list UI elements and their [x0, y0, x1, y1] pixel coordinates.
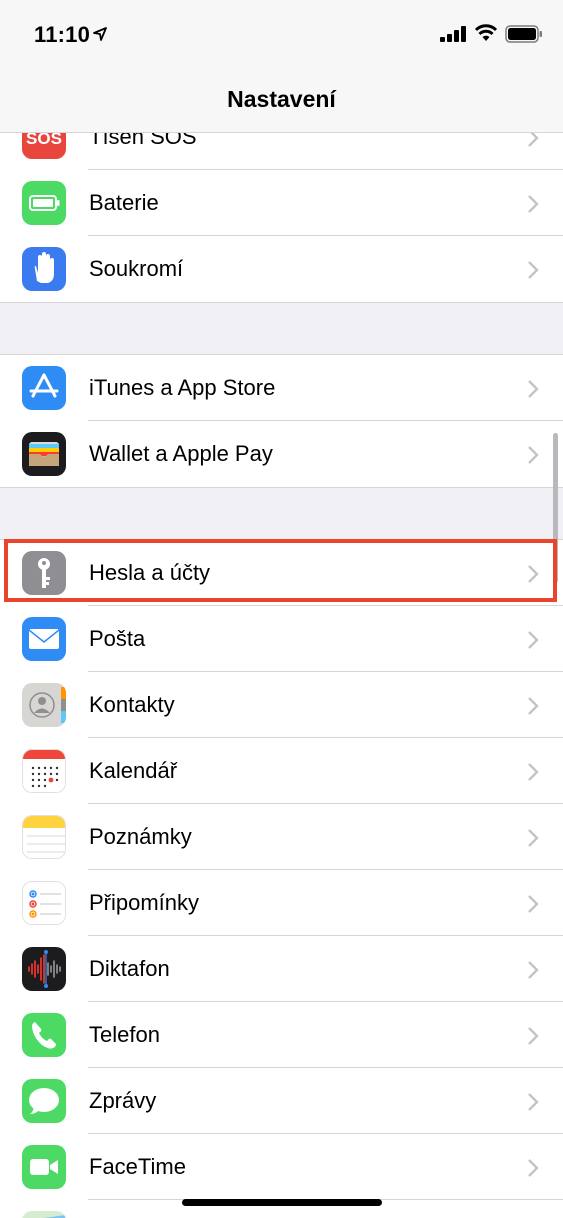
chevron-right-icon	[528, 446, 539, 464]
settings-row-voice-memos[interactable]: Diktafon	[0, 936, 563, 1002]
chevron-right-icon	[528, 961, 539, 979]
settings-row-wallet[interactable]: Wallet a Apple Pay	[0, 421, 563, 487]
sos-icon: SOS	[22, 133, 66, 159]
chevron-right-icon	[528, 565, 539, 583]
row-label: Pošta	[89, 626, 146, 651]
settings-row-privacy[interactable]: Soukromí	[0, 236, 563, 302]
chevron-right-icon	[528, 895, 539, 913]
row-label: Kalendář	[89, 758, 178, 783]
chevron-right-icon	[528, 1093, 539, 1111]
settings-group-3: Hesla a účty Pošta Kontakty Kalendář Poz…	[0, 539, 563, 1218]
chevron-right-icon	[528, 631, 539, 649]
settings-row-contacts[interactable]: Kontakty	[0, 672, 563, 738]
row-label: Wallet a Apple Pay	[89, 441, 273, 466]
notes-icon	[22, 815, 66, 859]
settings-row-mail[interactable]: Pošta	[0, 606, 563, 672]
row-label: Telefon	[89, 1022, 160, 1047]
row-label: Hesla a účty	[89, 560, 211, 585]
row-label: Zprávy	[89, 1088, 157, 1113]
settings-row-battery[interactable]: Baterie	[0, 170, 563, 236]
scroll-indicator[interactable]	[553, 433, 558, 583]
settings-row-calendar[interactable]: Kalendář	[0, 738, 563, 804]
row-label: FaceTime	[89, 1154, 186, 1179]
chevron-right-icon	[528, 261, 539, 279]
maps-icon	[22, 1211, 66, 1218]
settings-row-emergency-sos[interactable]: SOS Tísen SOS	[0, 133, 563, 170]
row-label: Baterie	[89, 190, 159, 215]
settings-row-reminders[interactable]: Připomínky	[0, 870, 563, 936]
row-label: iTunes a App Store	[89, 375, 276, 400]
settings-row-passwords-accounts[interactable]: Hesla a účty	[0, 540, 563, 606]
chevron-right-icon	[528, 195, 539, 213]
location-arrow-icon	[93, 27, 107, 41]
row-label: Diktafon	[89, 956, 170, 981]
chevron-right-icon	[528, 697, 539, 715]
key-icon	[22, 551, 66, 595]
mail-icon	[22, 617, 66, 661]
chevron-right-icon	[528, 829, 539, 847]
settings-row-notes[interactable]: Poznámky	[0, 804, 563, 870]
row-label: Tísen SOS	[89, 133, 197, 149]
page-title: Nastavení	[227, 86, 336, 112]
app-store-icon	[22, 366, 66, 410]
chevron-right-icon	[528, 1159, 539, 1177]
wallet-icon	[22, 432, 66, 476]
chevron-right-icon	[528, 763, 539, 781]
chevron-right-icon	[528, 1027, 539, 1045]
status-time: 11:10	[34, 22, 91, 47]
reminders-icon	[22, 881, 66, 925]
status-bar: 11:10	[0, 0, 563, 70]
row-label: Soukromí	[89, 256, 184, 281]
settings-group-2: iTunes a App Store Wallet a Apple Pay	[0, 354, 563, 488]
settings-row-phone[interactable]: Telefon	[0, 1002, 563, 1068]
calendar-icon	[22, 749, 66, 793]
battery-status-icon	[505, 25, 542, 43]
hand-icon	[22, 247, 66, 291]
settings-row-itunes-app-store[interactable]: iTunes a App Store	[0, 355, 563, 421]
voice-memos-icon	[22, 947, 66, 991]
contacts-icon	[22, 683, 66, 727]
settings-group-1: SOS Tísen SOS Baterie Soukromí	[0, 133, 563, 303]
chevron-right-icon	[528, 380, 539, 398]
row-label: Poznámky	[89, 824, 192, 849]
svg-text:SOS: SOS	[26, 133, 62, 148]
row-label: Kontakty	[89, 692, 175, 717]
navigation-bar: Nastavení	[0, 70, 563, 133]
messages-icon	[22, 1079, 66, 1123]
row-label: Připomínky	[89, 890, 200, 915]
settings-row-facetime[interactable]: FaceTime	[0, 1134, 563, 1200]
home-indicator[interactable]	[182, 1199, 382, 1206]
battery-icon	[22, 181, 66, 225]
settings-row-messages[interactable]: Zprávy	[0, 1068, 563, 1134]
wifi-icon	[474, 24, 498, 41]
phone-icon	[22, 1013, 66, 1057]
chevron-right-icon	[528, 133, 539, 147]
facetime-icon	[22, 1145, 66, 1189]
cellular-signal-icon	[440, 26, 466, 42]
settings-list[interactable]: SOS Tísen SOS Baterie Soukromí iTunes a …	[0, 133, 563, 1218]
